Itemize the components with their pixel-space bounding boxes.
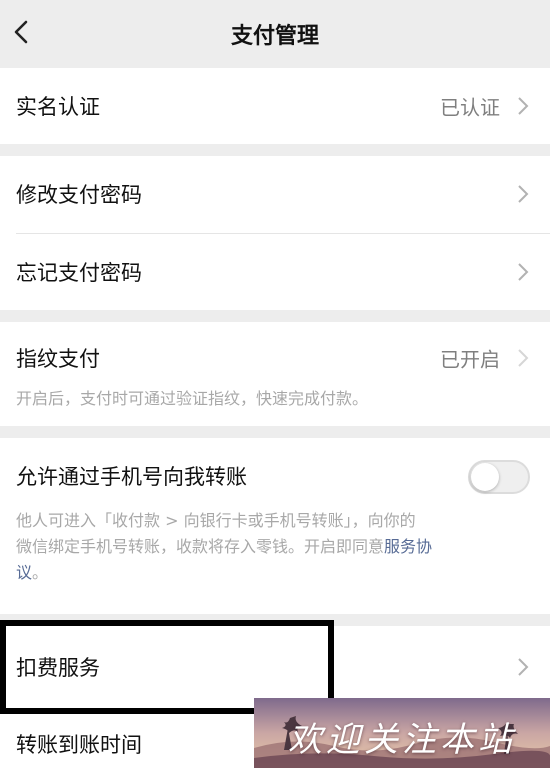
fingerprint-label: 指纹支付 — [16, 347, 100, 371]
forgot-password-label: 忘记支付密码 — [16, 261, 142, 285]
chevron-right-icon — [516, 261, 530, 283]
service-agreement-link[interactable]: 服务协 — [384, 537, 432, 556]
identity-section: 实名认证 已认证 — [0, 68, 550, 144]
phone-transfer-description: 他人可进入「收付款 > 向银行卡或手机号转账」，向你的 微信绑定手机号转账，收款… — [16, 508, 531, 586]
chevron-right-icon — [516, 347, 530, 369]
watermark-text: 欢迎关注本站 — [288, 720, 516, 760]
change-password-row[interactable]: 修改支付密码 — [0, 156, 550, 232]
service-agreement-link[interactable]: 议 — [16, 563, 32, 582]
real-name-status: 已认证 — [440, 95, 500, 120]
toggle-knob — [471, 463, 499, 491]
phone-transfer-label: 允许通过手机号向我转账 — [16, 465, 247, 489]
fingerprint-description: 开启后，支付时可通过验证指纹，快速完成付款。 — [16, 389, 369, 408]
description-text: 微信绑定手机号转账，收款将存入零钱。开启即同意 — [16, 537, 385, 556]
fingerprint-row[interactable]: 指纹支付 已开启 — [0, 322, 550, 394]
forgot-password-row[interactable]: 忘记支付密码 — [0, 234, 550, 310]
top-bar: 支付管理 — [0, 0, 550, 66]
description-line: 微信绑定手机号转账，收款将存入零钱。开启即同意服务协 — [16, 534, 531, 560]
password-section: 修改支付密码 忘记支付密码 — [0, 156, 550, 310]
description-line: 议。 — [16, 560, 531, 586]
page-title: 支付管理 — [230, 24, 319, 49]
chevron-right-icon — [516, 183, 530, 205]
fingerprint-status: 已开启 — [440, 347, 500, 372]
watermark-banner: 欢迎关注本站 — [254, 698, 550, 768]
real-name-row[interactable]: 实名认证 已认证 — [0, 68, 550, 144]
real-name-label: 实名认证 — [16, 95, 100, 119]
arrival-time-label: 转账到账时间 — [16, 733, 142, 757]
phone-transfer-section: 允许通过手机号向我转账 他人可进入「收付款 > 向银行卡或手机号转账」，向你的 … — [0, 438, 550, 614]
change-password-label: 修改支付密码 — [16, 183, 142, 207]
description-line: 他人可进入「收付款 > 向银行卡或手机号转账」，向你的 — [16, 511, 416, 530]
fingerprint-section: 指纹支付 已开启 开启后，支付时可通过验证指纹，快速完成付款。 — [0, 322, 550, 426]
description-text: 。 — [32, 563, 49, 582]
chevron-right-icon — [516, 656, 530, 678]
chevron-right-icon — [516, 95, 530, 117]
phone-transfer-toggle[interactable] — [468, 460, 530, 494]
